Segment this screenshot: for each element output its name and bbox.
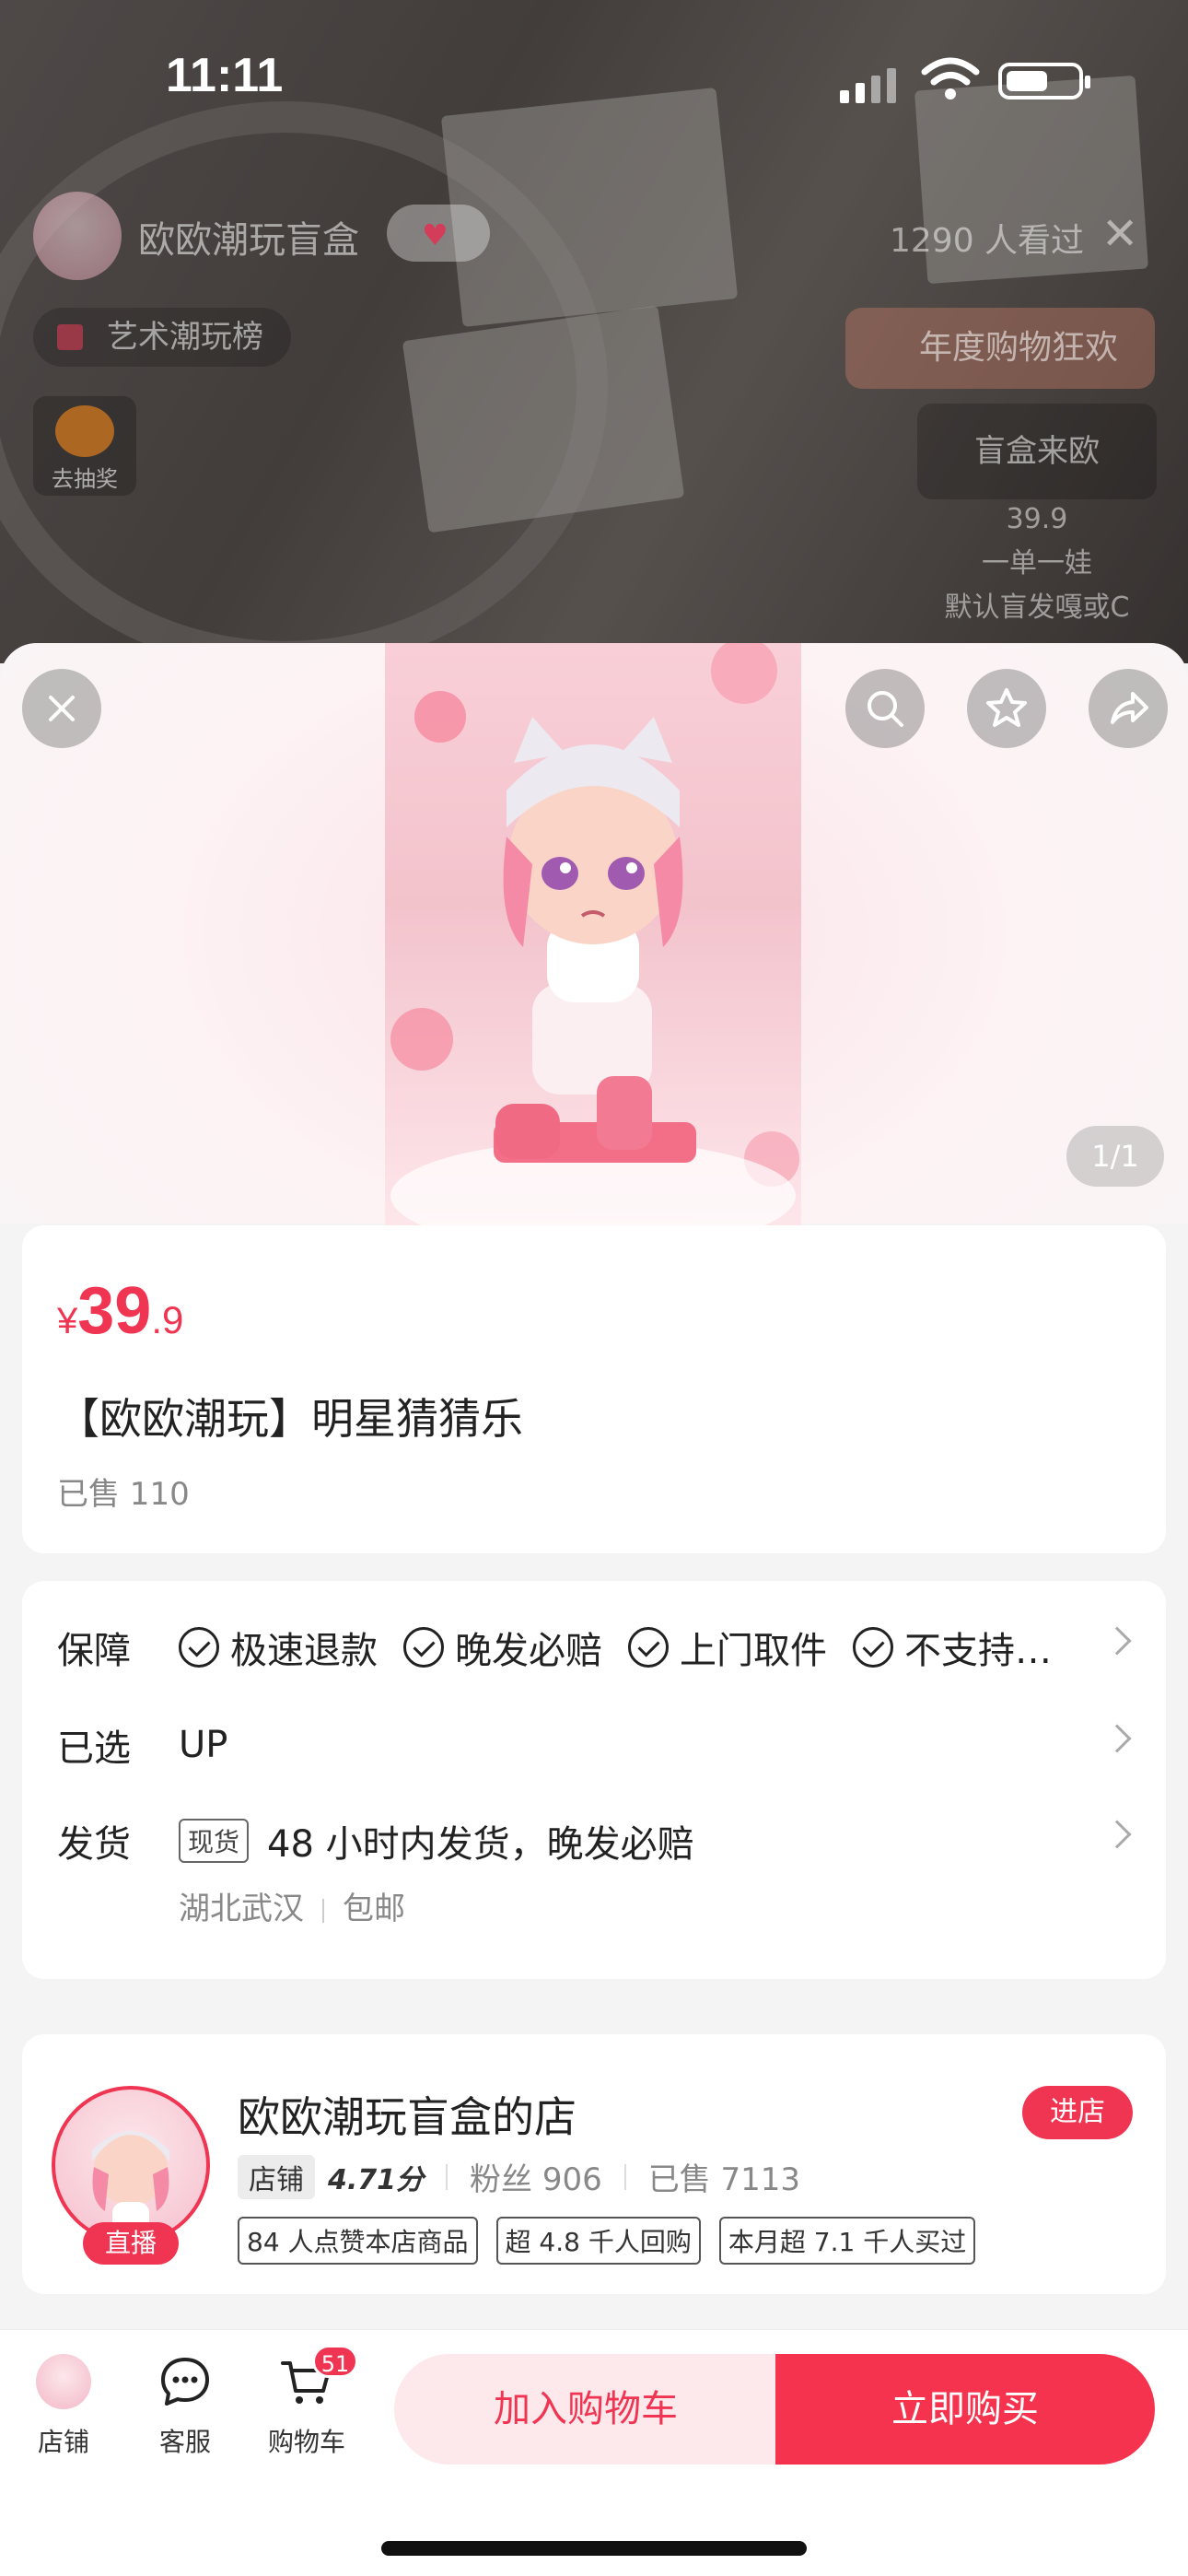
chat-icon (161, 2358, 209, 2406)
shipping-row[interactable]: 发货 现货 48 小时内发货，晚发必赔 (57, 1813, 1140, 1868)
guarantee-item: 不支持… (853, 1621, 1052, 1674)
product-price: ¥39.9 (57, 1274, 184, 1348)
product-title: 【欧欧潮玩】明星猜猜乐 (57, 1394, 523, 1444)
guarantee-item: 上门取件 (628, 1621, 827, 1674)
nav-shop[interactable]: 店铺 (13, 2354, 114, 2459)
shop-avatar-figure (92, 2131, 169, 2235)
follow-heart-button[interactable]: ♥ (387, 205, 490, 262)
shipping-text: 48 小时内发货，晚发必赔 (267, 1823, 694, 1866)
status-time: 11:11 (166, 49, 284, 102)
nav-service[interactable]: 客服 (134, 2354, 236, 2459)
guarantee-item: 晚发必赔 (403, 1621, 602, 1674)
selected-label: 已选 (57, 1727, 131, 1770)
add-to-cart-button[interactable]: 加入购物车 (394, 2354, 777, 2465)
shop-stats: 店铺 4.71分 粉丝 906 已售 7113 (238, 2154, 800, 2199)
shop-tags: 84 人点赞本店商品 超 4.8 千人回购 本月超 7.1 千人买过 (238, 2217, 976, 2265)
search-button[interactable] (845, 669, 925, 748)
shop-card[interactable]: 直播 欧欧潮玩盲盒的店 进店 店铺 4.71分 粉丝 906 已售 7113 8… (22, 2034, 1166, 2294)
check-circle-icon (628, 1627, 669, 1668)
guarantee-row[interactable]: 保障 极速退款 晚发必赔 上门取件 不支持… (57, 1620, 1140, 1675)
share-button[interactable] (1089, 669, 1168, 748)
rank-pill[interactable]: 艺术潮玩榜 (33, 308, 291, 367)
selected-value: UP (179, 1724, 228, 1766)
battery-icon (998, 63, 1090, 100)
shop-name[interactable]: 欧欧潮玩盲盒的店 (238, 2084, 577, 2145)
buy-now-button[interactable]: 立即购买 (775, 2354, 1155, 2465)
enter-shop-button[interactable]: 进店 (1022, 2086, 1133, 2139)
lottery-button[interactable]: 去抽奖 (33, 396, 136, 496)
product-sheet: 1/1 ¥39.9 【欧欧潮玩】明星猜猜乐 已售 110 保障 极速退款 晚发必… (0, 643, 1188, 2576)
streamer-name[interactable]: 欧欧潮玩盲盒 (138, 210, 359, 263)
details-card: 保障 极速退款 晚发必赔 上门取件 不支持… 已选 UP 发货 现货 48 小时… (22, 1581, 1166, 1979)
product-image[interactable] (385, 643, 801, 1225)
heart-icon: ♥ (422, 217, 448, 252)
image-pager: 1/1 (1066, 1126, 1164, 1187)
streamer-avatar[interactable] (33, 192, 122, 280)
shop-tag: 84 人点赞本店商品 (238, 2217, 478, 2265)
share-icon (1111, 692, 1148, 724)
side-box-label: 盲盒来欧 (917, 404, 1157, 499)
promo-banner[interactable]: 年度购物狂欢 (845, 308, 1155, 389)
rank-icon (57, 324, 83, 350)
favorite-button[interactable] (967, 669, 1046, 748)
shop-tag: 本月超 7.1 千人买过 (718, 2217, 976, 2265)
close-sheet-button[interactable] (22, 669, 101, 748)
stock-tag: 现货 (179, 1819, 250, 1863)
cart-count-badge: 51 (312, 2345, 358, 2378)
shop-tag: 超 4.8 千人回购 (495, 2217, 701, 2265)
cellular-signal-icon (840, 68, 896, 103)
wifi-icon (921, 57, 980, 100)
figure-illustration (390, 643, 799, 1225)
guarantee-item: 极速退款 (179, 1621, 378, 1674)
status-bar: 11:11 (0, 0, 1188, 157)
price-card: ¥39.9 【欧欧潮玩】明星猜猜乐 已售 110 (22, 1225, 1166, 1553)
check-circle-icon (403, 1627, 444, 1668)
product-gallery[interactable]: 1/1 (0, 643, 1188, 1225)
shop-fans: 粉丝 906 (470, 2161, 602, 2198)
viewer-count: 1290 人看过 (890, 222, 1085, 260)
close-icon (49, 696, 75, 721)
product-sold-count: 已售 110 (57, 1476, 190, 1513)
side-info: 39.9 一单一娃 默认盲发嘎或C (944, 503, 1130, 624)
shipping-label: 发货 (57, 1823, 131, 1866)
bottom-action-bar: 店铺 客服 51 购物车 加入购物车 立即购买 (0, 2329, 1188, 2576)
shop-sold: 已售 7113 (647, 2161, 801, 2198)
close-icon[interactable]: ✕ (1101, 208, 1138, 260)
shop-avatar-icon (36, 2354, 91, 2409)
search-icon (868, 691, 903, 727)
live-badge: 直播 (83, 2222, 179, 2265)
shop-score: 4.71分 (328, 2163, 425, 2196)
check-circle-icon (179, 1627, 219, 1668)
nav-cart[interactable]: 51 购物车 (256, 2345, 358, 2459)
check-circle-icon (853, 1627, 893, 1668)
home-indicator[interactable] (381, 2541, 807, 2556)
star-icon (986, 688, 1027, 727)
lucky-bag-icon (55, 405, 114, 457)
shipping-origin: 湖北武汉 包邮 (179, 1891, 405, 1927)
selected-row[interactable]: 已选 UP (57, 1717, 1140, 1773)
shop-avatar[interactable] (52, 2086, 210, 2244)
guarantee-label: 保障 (57, 1630, 131, 1672)
shop-badge: 店铺 (238, 2154, 315, 2199)
